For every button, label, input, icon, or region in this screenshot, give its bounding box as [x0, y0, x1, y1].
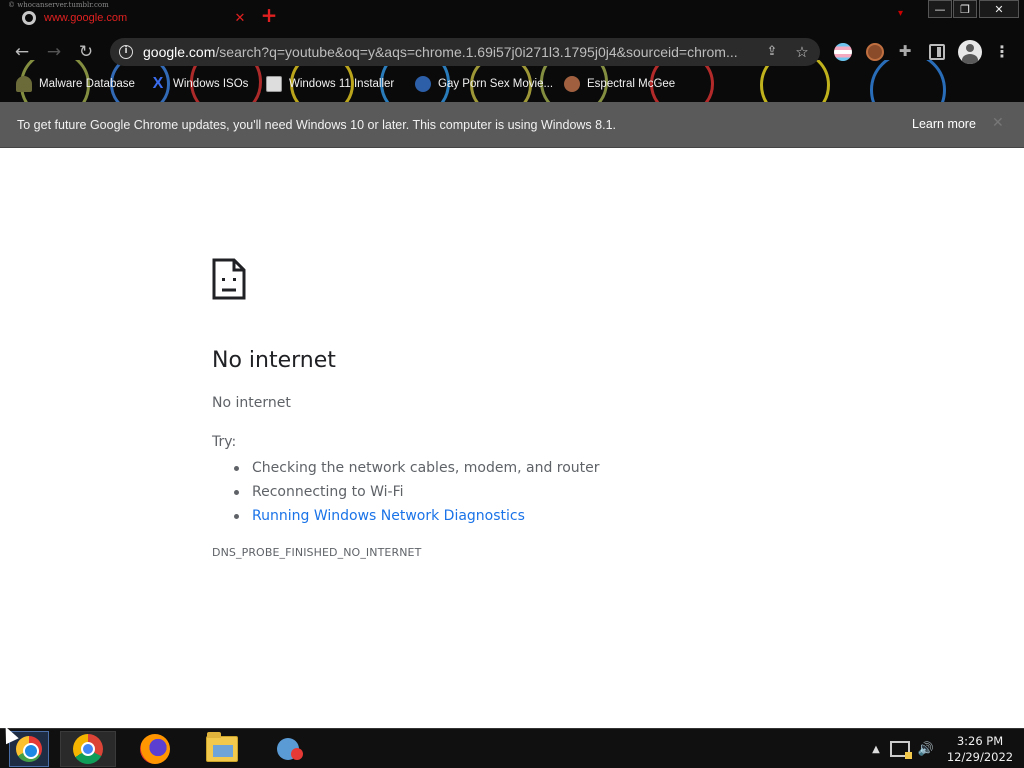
extension-avatar-icon[interactable]	[866, 43, 884, 61]
bookmark-windows-11-installer[interactable]: Windows 11 Installer	[266, 74, 394, 94]
new-tab-button[interactable]: +	[259, 5, 279, 26]
tab-search-icon[interactable]: ▾	[898, 8, 912, 22]
tab-google[interactable]: © whocanserver.tumblr.com www.google.com…	[8, 1, 248, 34]
globe-icon	[22, 11, 36, 25]
site-info-icon[interactable]: i	[119, 45, 133, 59]
clock-date: 12/29/2022	[946, 750, 1014, 764]
tab-close-icon[interactable]: ✕	[232, 11, 248, 26]
url-text[interactable]: google.com/search?q=youtube&oq=y&aqs=chr…	[143, 44, 753, 60]
error-code: DNS_PROBE_FINISHED_NO_INTERNET	[212, 546, 422, 559]
show-hidden-icons-icon[interactable]: ▲	[866, 744, 886, 755]
profile-avatar-icon[interactable]	[958, 40, 982, 64]
side-panel-icon[interactable]	[929, 44, 945, 60]
volume-icon[interactable]: 🔊	[916, 742, 936, 757]
site-favicon-icon	[415, 76, 431, 92]
extension-flag-icon[interactable]	[834, 43, 852, 61]
firefox-icon	[140, 734, 170, 764]
sad-document-icon	[212, 258, 246, 300]
bookmark-label: Gay Porn Sex Movie...	[438, 78, 554, 90]
bookmark-label: Espectral McGee	[587, 78, 676, 90]
system-tray: ▲ 🔊	[866, 729, 936, 768]
suggestion-reconnect-wifi: Reconnecting to Wi-Fi	[212, 480, 600, 504]
bookmark-label: Windows 11 Installer	[289, 78, 395, 90]
person-icon	[16, 76, 32, 92]
share-icon[interactable]: ⇪	[764, 44, 780, 60]
infobar-message: To get future Google Chrome updates, you…	[17, 117, 616, 132]
chrome-icon	[73, 734, 103, 764]
page-content: No internet No internet Try: Checking th…	[0, 148, 1024, 728]
messenger-icon	[273, 735, 305, 763]
learn-more-link[interactable]: Learn more	[912, 117, 976, 131]
minimize-button[interactable]: —	[928, 0, 952, 18]
suggestion-list: Checking the network cables, modem, and …	[212, 456, 600, 528]
clock-time: 3:26 PM	[956, 734, 1004, 748]
taskbar-file-explorer[interactable]	[194, 731, 250, 767]
bookmark-malware-database[interactable]: Malware Database	[16, 74, 135, 94]
extensions-puzzle-icon[interactable]: ✚	[896, 42, 914, 60]
tab-watermark: © whocanserver.tumblr.com	[8, 1, 109, 9]
suggestion-check-cables: Checking the network cables, modem, and …	[212, 456, 600, 480]
try-label: Try:	[212, 434, 237, 450]
folder-icon	[206, 732, 238, 762]
back-arrow-icon[interactable]: ←	[11, 42, 33, 64]
bookmark-site-4[interactable]: Gay Porn Sex Movie...	[415, 74, 553, 94]
bookmark-label: Malware Database	[39, 78, 135, 90]
reload-icon[interactable]: ↻	[75, 42, 97, 64]
bookmark-espectral-mcgee[interactable]: Espectral McGee	[564, 74, 675, 94]
forward-arrow-icon[interactable]: →	[43, 42, 65, 64]
kebab-menu-icon[interactable]: ⋮	[994, 42, 1010, 62]
restore-button[interactable]: ❐	[953, 0, 977, 18]
address-bar[interactable]: i google.com/search?q=youtube&oq=y&aqs=c…	[110, 38, 820, 66]
taskbar: ▲ 🔊 3:26 PM 12/29/2022	[0, 728, 1024, 768]
x-logo-icon: X	[152, 75, 164, 92]
tab-title: www.google.com	[44, 12, 128, 24]
screen: © whocanserver.tumblr.com www.google.com…	[0, 0, 1024, 768]
bookmark-windows-isos[interactable]: X Windows ISOs	[150, 74, 249, 94]
tab-strip: © whocanserver.tumblr.com www.google.com…	[0, 0, 1024, 34]
error-title: No internet	[212, 348, 336, 373]
network-diagnostics-link[interactable]: Running Windows Network Diagnostics	[212, 504, 600, 528]
avatar-icon	[564, 76, 580, 92]
browser-frame: © whocanserver.tumblr.com www.google.com…	[0, 0, 1024, 102]
url-path: /search?q=youtube&oq=y&aqs=chrome.1.69i5…	[215, 44, 738, 60]
taskbar-firefox[interactable]	[127, 731, 183, 767]
taskbar-messenger[interactable]	[261, 731, 317, 767]
bookmark-star-icon[interactable]: ☆	[794, 43, 810, 61]
start-orb-icon	[16, 736, 42, 762]
taskbar-chrome[interactable]	[60, 731, 116, 767]
url-host: google.com	[143, 44, 216, 60]
bookmarks-bar: Malware Database X Windows ISOs Windows …	[0, 70, 1024, 98]
network-warning-icon[interactable]	[890, 741, 912, 759]
browser-toolbar: ← → ↻ i google.com/search?q=youtube&oq=y…	[0, 36, 1024, 68]
window-close-button[interactable]: ✕	[979, 0, 1019, 18]
taskbar-clock[interactable]: 3:26 PM 12/29/2022	[944, 733, 1016, 765]
page-icon	[266, 76, 282, 92]
error-subtitle: No internet	[212, 395, 291, 411]
bookmark-label: Windows ISOs	[173, 78, 249, 90]
infobar-close-icon[interactable]: ✕	[992, 115, 1004, 131]
update-infobar: To get future Google Chrome updates, you…	[0, 102, 1024, 148]
